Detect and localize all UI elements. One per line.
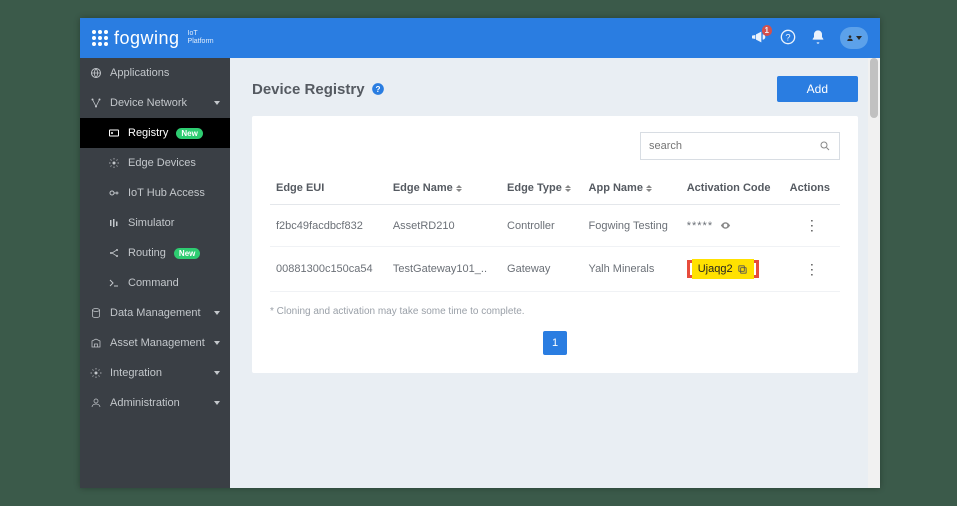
sidebar: Applications Device Network Registry New… — [80, 58, 230, 488]
nav-iot-hub-access[interactable]: IoT Hub Access — [80, 178, 230, 208]
brand-name: fogwing — [114, 28, 180, 49]
eye-icon[interactable] — [720, 220, 731, 231]
copy-icon[interactable] — [737, 264, 748, 275]
new-badge: New — [176, 128, 202, 139]
brand-sub: IoT Platform — [188, 30, 214, 46]
clone-note: * Cloning and activation may take some t… — [270, 306, 840, 317]
nav-command[interactable]: Command — [80, 268, 230, 298]
nav-routing[interactable]: Routing New — [80, 238, 230, 268]
page-title: Device Registry — [252, 81, 365, 98]
col-edge-type[interactable]: Edge Type — [501, 172, 583, 205]
nav-integration-label: Integration — [110, 367, 162, 379]
chevron-down-icon — [214, 401, 220, 405]
search-icon — [819, 140, 831, 152]
nav-asset-mgmt-label: Asset Management — [110, 337, 205, 349]
nav-simulator-label: Simulator — [128, 217, 174, 229]
new-badge: New — [174, 248, 200, 259]
registry-table: Edge EUI Edge Name Edge Type App Name Ac… — [270, 172, 840, 292]
search-input[interactable] — [649, 140, 819, 152]
nav-routing-label: Routing — [128, 247, 166, 259]
page-1[interactable]: 1 — [543, 331, 567, 355]
announce-icon[interactable]: 1 — [750, 29, 766, 48]
help-icon[interactable]: ? — [780, 29, 796, 48]
nav-device-network-label: Device Network — [110, 97, 187, 109]
chevron-down-icon — [214, 371, 220, 375]
nav-data-management[interactable]: Data Management — [80, 298, 230, 328]
chevron-down-icon — [856, 36, 862, 40]
row-actions-menu[interactable]: ⋮ — [784, 247, 840, 292]
pagination: 1 — [270, 331, 840, 355]
row-actions-menu[interactable]: ⋮ — [784, 205, 840, 247]
logo: fogwing IoT Platform — [92, 28, 214, 49]
nav-asset-management[interactable]: Asset Management — [80, 328, 230, 358]
nav-registry[interactable]: Registry New — [80, 118, 230, 148]
svg-text:?: ? — [785, 32, 790, 42]
nav-applications-label: Applications — [110, 67, 169, 79]
add-button[interactable]: Add — [777, 76, 858, 102]
chevron-down-icon — [214, 311, 220, 315]
nav-applications[interactable]: Applications — [80, 58, 230, 88]
notification-badge: 1 — [762, 25, 772, 36]
cell-app: Yalh Minerals — [583, 247, 681, 292]
nav-iot-hub-label: IoT Hub Access — [128, 187, 205, 199]
nav-edge-devices[interactable]: Edge Devices — [80, 148, 230, 178]
scrollbar[interactable] — [868, 58, 880, 488]
cell-type: Controller — [501, 205, 583, 247]
col-app-name[interactable]: App Name — [583, 172, 681, 205]
cell-eui: 00881300c150ca54 — [270, 247, 387, 292]
cell-name: TestGateway101_.. — [387, 247, 501, 292]
bell-icon[interactable] — [810, 29, 826, 48]
col-actions: Actions — [784, 172, 840, 205]
col-edge-eui: Edge EUI — [270, 172, 387, 205]
col-edge-name[interactable]: Edge Name — [387, 172, 501, 205]
nav-data-mgmt-label: Data Management — [110, 307, 201, 319]
cell-code: Ujaqg2 — [681, 247, 784, 292]
cell-type: Gateway — [501, 247, 583, 292]
content-area: Device Registry ? Add Edge EUI Edge Name — [230, 58, 880, 488]
nav-device-network[interactable]: Device Network — [80, 88, 230, 118]
cell-eui: f2bc49facdbcf832 — [270, 205, 387, 247]
cell-code: ***** — [681, 205, 784, 247]
cell-app: Fogwing Testing — [583, 205, 681, 247]
nav-command-label: Command — [128, 277, 179, 289]
user-menu[interactable] — [840, 27, 868, 49]
table-row: f2bc49facdbcf832 AssetRD210 Controller F… — [270, 205, 840, 247]
nav-edge-devices-label: Edge Devices — [128, 157, 196, 169]
chevron-down-icon — [214, 341, 220, 345]
table-row: 00881300c150ca54 TestGateway101_.. Gatew… — [270, 247, 840, 292]
col-activation-code: Activation Code — [681, 172, 784, 205]
cell-name: AssetRD210 — [387, 205, 501, 247]
activation-code-highlight: Ujaqg2 — [687, 260, 759, 278]
logo-icon — [92, 30, 108, 46]
registry-card: Edge EUI Edge Name Edge Type App Name Ac… — [252, 116, 858, 373]
chevron-down-icon — [214, 101, 220, 105]
nav-integration[interactable]: Integration — [80, 358, 230, 388]
help-circle-icon[interactable]: ? — [371, 82, 385, 96]
search-box[interactable] — [640, 132, 840, 160]
nav-admin-label: Administration — [110, 397, 180, 409]
svg-text:?: ? — [375, 85, 380, 94]
nav-administration[interactable]: Administration — [80, 388, 230, 418]
topbar: fogwing IoT Platform 1 ? — [80, 18, 880, 58]
nav-registry-label: Registry — [128, 127, 168, 139]
nav-simulator[interactable]: Simulator — [80, 208, 230, 238]
